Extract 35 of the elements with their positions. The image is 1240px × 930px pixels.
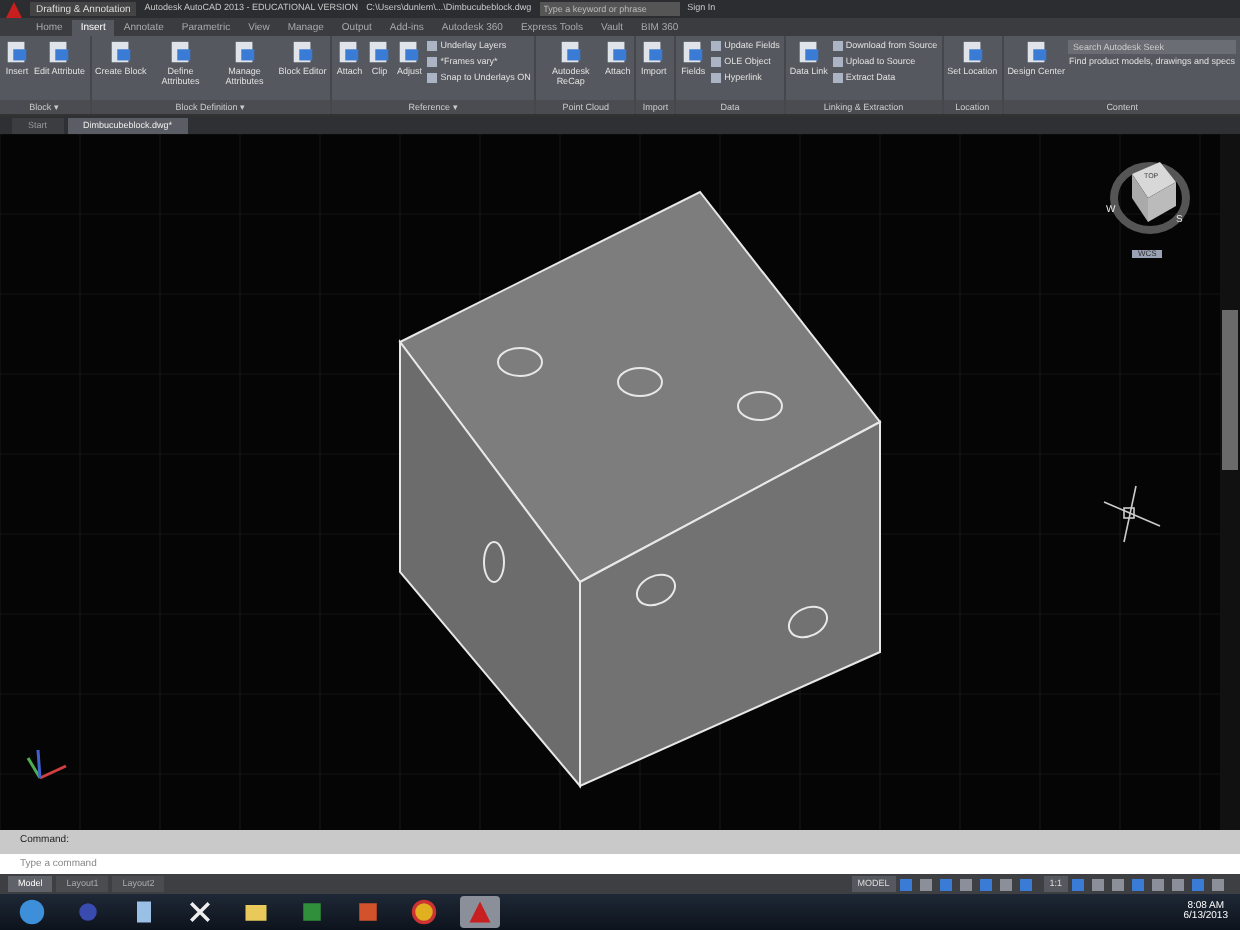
page-icon: [640, 40, 667, 66]
page-icon: [396, 40, 423, 66]
square-icon: [710, 40, 723, 52]
page-icon: [289, 40, 316, 66]
start-icon: [18, 898, 46, 926]
page-icon: [680, 40, 707, 66]
page-icon: [1023, 40, 1050, 66]
ucs-icon: [26, 749, 67, 780]
browser-icon: [410, 898, 438, 926]
x-icon: [186, 898, 214, 926]
page-icon: [959, 40, 986, 66]
square-icon: [831, 72, 844, 84]
page-icon: [336, 40, 363, 66]
page-icon: [795, 40, 822, 66]
scrollbar-thumb[interactable]: [1222, 310, 1238, 470]
spreadsheet-icon: [298, 898, 326, 926]
square-icon: [710, 72, 723, 84]
page-icon: [604, 40, 631, 66]
page-icon: [366, 40, 393, 66]
page-icon: [107, 40, 134, 66]
square-icon: [710, 56, 723, 68]
crosshair-cursor: [1103, 485, 1161, 543]
square-icon: [426, 72, 439, 84]
page-icon: [557, 40, 584, 66]
square-icon: [831, 40, 844, 52]
page-icon: [46, 40, 73, 66]
media-icon: [74, 898, 102, 926]
square-icon: [426, 56, 439, 68]
page-icon: [167, 40, 194, 66]
slides-icon: [354, 898, 382, 926]
cad-icon: [466, 898, 494, 926]
page-icon: [231, 40, 258, 66]
square-icon: [831, 56, 844, 68]
page-icon: [4, 40, 30, 66]
square-icon: [426, 40, 439, 52]
